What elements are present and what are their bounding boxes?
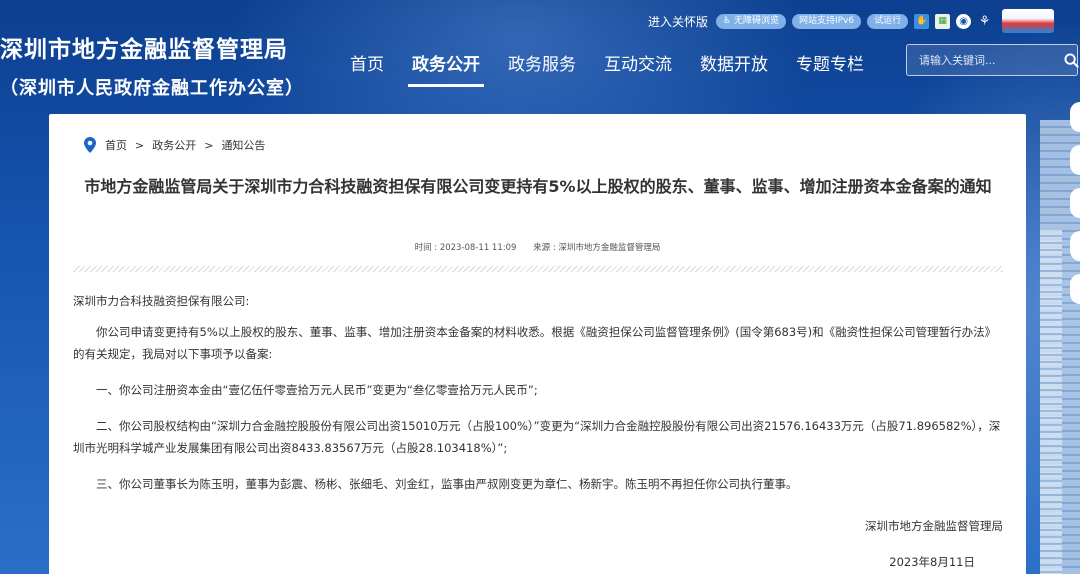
nav-item-open-data[interactable]: 数据开放 xyxy=(686,48,782,85)
publish-time: 时间 : 2023-08-11 11:09 xyxy=(414,243,517,253)
breadcrumb-home[interactable]: 首页 xyxy=(105,137,127,153)
article-meta: 时间 : 2023-08-11 11:09 来源 : 深圳市地方金融监督管理局 xyxy=(49,241,1026,253)
emblem-logo xyxy=(1002,9,1055,33)
breadcrumb-separator: > xyxy=(204,138,214,152)
trial-badge: 试运行 xyxy=(867,13,909,29)
weibo-icon[interactable]: ◉ xyxy=(956,13,972,29)
article-source: 来源 : 深圳市地方金融监督管理局 xyxy=(533,243,661,253)
signature: 深圳市地方金融监督管理局 xyxy=(865,519,1003,533)
nav-item-interaction[interactable]: 互动交流 xyxy=(590,48,686,85)
site-title-block: 深圳市地方金融监督管理局 （深圳市人民政府金融工作办公室） xyxy=(0,30,304,100)
side-toolbar xyxy=(1070,102,1080,304)
site-subtitle: （深圳市人民政府金融工作办公室） xyxy=(0,78,304,99)
divider xyxy=(73,266,1003,272)
nav-item-government-affairs[interactable]: 政务公开 xyxy=(398,48,494,87)
body-paragraph: 二、你公司股权结构由“深圳力合金融控股股份有限公司出资15010万元（占股100… xyxy=(73,419,1001,455)
breadcrumb-notices[interactable]: 通知公告 xyxy=(221,137,265,153)
accessibility-label: 无障碍浏览 xyxy=(733,15,779,26)
body-paragraph: 一、你公司注册资本金由“壹亿伍仟零壹拾万元人民币”变更为“叁亿零壹拾万元人民币”… xyxy=(96,383,538,397)
side-tool-1[interactable] xyxy=(1070,102,1080,132)
article-title: 市地方金融监管局关于深圳市力合科技融资担保有限公司变更持有5%以上股权的股东、董… xyxy=(84,177,992,196)
body-paragraph: 你公司申请变更持有5%以上股权的股东、董事、监事、增加注册资本金备案的材料收悉。… xyxy=(73,325,997,361)
signature-date: 2023年8月11日 xyxy=(889,555,975,569)
breadcrumb: 首页 > 政务公开 > 通知公告 xyxy=(83,137,265,153)
site-title[interactable]: 深圳市地方金融监督管理局 xyxy=(0,30,304,64)
accessibility-button[interactable]: ♿ 无障碍浏览 xyxy=(716,13,786,29)
qr-icon[interactable]: ▦ xyxy=(935,13,951,29)
breadcrumb-government-affairs[interactable]: 政务公开 xyxy=(152,137,196,153)
side-tool-5[interactable] xyxy=(1070,274,1080,304)
body-paragraph: 三、你公司董事长为陈玉明，董事为彭震、杨彬、张细毛、刘金红，监事由严叔刚变更为章… xyxy=(96,477,798,491)
nav-item-services[interactable]: 政务服务 xyxy=(494,48,590,85)
search-box xyxy=(906,44,1079,76)
side-tool-2[interactable] xyxy=(1070,145,1080,175)
side-tool-4[interactable] xyxy=(1070,231,1080,261)
main-nav: 首页 政务公开 政务服务 互动交流 数据开放 专题专栏 xyxy=(336,48,878,87)
side-tool-3[interactable] xyxy=(1070,188,1080,218)
building-illustration-secondary xyxy=(1040,230,1062,574)
ipv6-badge: 网站支持IPv6 xyxy=(791,13,862,29)
care-version-link[interactable]: 进入关怀版 xyxy=(648,13,708,30)
nav-item-special-topics[interactable]: 专题专栏 xyxy=(782,48,878,85)
top-utility-bar: 进入关怀版 ♿ 无障碍浏览 网站支持IPv6 试运行 ✋ ▦ ◉ ⚘ xyxy=(648,9,1055,33)
article-body: 深圳市力合科技融资担保有限公司: 你公司申请变更持有5%以上股权的股东、董事、监… xyxy=(73,290,1003,509)
article-card: 首页 > 政务公开 > 通知公告 市地方金融监管局关于深圳市力合科技融资担保有限… xyxy=(49,114,1026,574)
location-pin-icon xyxy=(84,137,96,153)
salutation: 深圳市力合科技融资担保有限公司: xyxy=(73,294,250,308)
search-icon[interactable] xyxy=(1064,52,1079,68)
nav-item-home[interactable]: 首页 xyxy=(336,48,398,85)
share-icon[interactable]: ⚘ xyxy=(977,14,992,29)
search-input[interactable] xyxy=(907,53,1064,67)
breadcrumb-separator: > xyxy=(135,138,145,152)
hand-icon[interactable]: ✋ xyxy=(914,13,930,29)
